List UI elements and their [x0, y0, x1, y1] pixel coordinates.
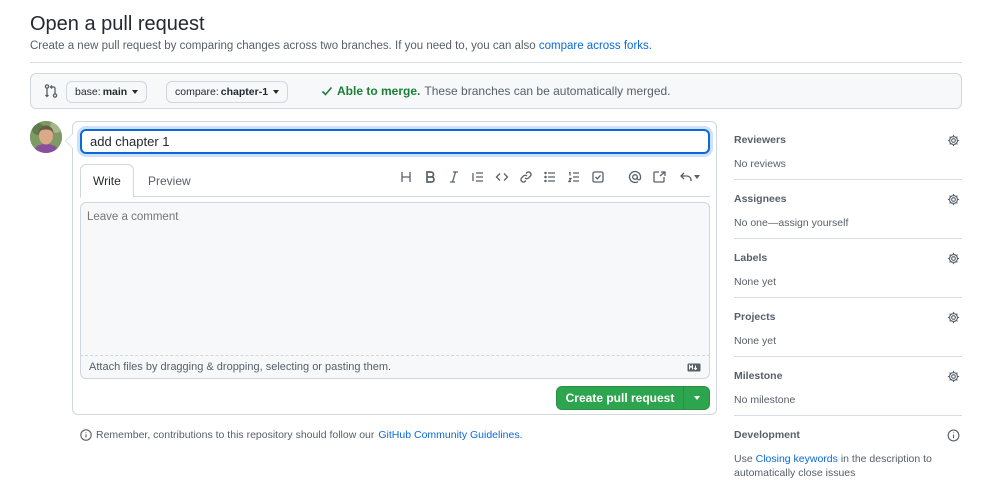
markdown-icon[interactable]: [687, 363, 701, 372]
tab-preview[interactable]: Preview: [136, 164, 203, 198]
projects-value: None yet: [734, 335, 777, 347]
check-icon: [321, 86, 333, 96]
compare-prefix: compare:: [175, 86, 219, 98]
base-branch-select[interactable]: base: main: [66, 81, 148, 103]
merge-status-text: These branches can be automatically merg…: [424, 84, 671, 98]
sidebar-labels: Labels None yet: [734, 239, 962, 298]
page-subtitle: Create a new pull request by comparing c…: [30, 40, 652, 52]
chevron-down-icon: [693, 396, 700, 400]
reviewers-value: No reviews: [734, 158, 786, 170]
comment-textarea[interactable]: [80, 202, 710, 355]
attach-files-text: Attach files by dragging & dropping, sel…: [89, 361, 392, 373]
labels-value: None yet: [734, 276, 777, 288]
community-guidelines-link[interactable]: GitHub Community Guidelines.: [378, 429, 522, 441]
projects-title: Projects: [734, 311, 776, 323]
create-pull-request-button[interactable]: Create pull request: [556, 386, 710, 410]
title-input[interactable]: [80, 129, 710, 154]
pull-request-form: Write Preview Attach files by dragging &…: [65, 121, 717, 415]
chevron-down-icon: [132, 90, 139, 94]
bold-icon[interactable]: [422, 168, 438, 186]
milestone-value: No milestone: [734, 394, 796, 406]
quote-icon[interactable]: [470, 168, 486, 186]
tab-write[interactable]: Write: [80, 164, 134, 198]
base-branch-name: main: [102, 86, 128, 98]
compare-branch-name: chapter-1: [220, 86, 269, 98]
development-title: Development: [734, 429, 800, 441]
assignees-value[interactable]: No one—assign yourself: [734, 216, 962, 230]
gear-icon[interactable]: [947, 370, 960, 383]
chevron-down-icon: [273, 90, 280, 94]
sidebar-projects: Projects None yet: [734, 298, 962, 357]
development-prefix: Use: [734, 453, 753, 465]
merge-status-ok: Able to merge.: [337, 84, 421, 98]
gear-icon[interactable]: [947, 134, 960, 147]
contribution-note-text: Remember, contributions to this reposito…: [96, 429, 375, 441]
reference-icon[interactable]: [651, 168, 667, 186]
merge-status: Able to merge. These branches can be aut…: [321, 84, 671, 98]
base-prefix: base:: [75, 86, 101, 98]
info-icon: [80, 429, 92, 441]
sidebar-development: Development Use Closing keywords in the …: [734, 416, 962, 490]
reviewers-title: Reviewers: [734, 134, 786, 146]
sidebar-assignees: Assignees No one—assign yourself: [734, 180, 962, 239]
create-options-dropdown[interactable]: [683, 387, 709, 409]
gear-icon[interactable]: [947, 193, 960, 206]
reply-icon[interactable]: [677, 168, 701, 186]
page-subtitle-text: Create a new pull request by comparing c…: [30, 40, 536, 52]
gear-icon[interactable]: [947, 252, 960, 265]
avatar[interactable]: [30, 121, 62, 153]
labels-title: Labels: [734, 252, 768, 264]
create-pull-request-label: Create pull request: [565, 391, 675, 405]
compare-branch-select[interactable]: compare: chapter-1: [166, 81, 289, 103]
italic-icon[interactable]: [446, 168, 462, 186]
heading-icon[interactable]: [398, 168, 414, 186]
contribution-note: Remember, contributions to this reposito…: [80, 429, 523, 441]
development-value: Use Closing keywords in the description …: [734, 452, 962, 480]
milestone-title: Milestone: [734, 370, 783, 382]
sidebar-reviewers: Reviewers No reviews: [734, 121, 962, 180]
gear-icon[interactable]: [947, 311, 960, 324]
compare-across-forks-link[interactable]: compare across forks.: [539, 40, 652, 52]
attach-files-bar[interactable]: Attach files by dragging & dropping, sel…: [80, 355, 710, 379]
code-icon[interactable]: [494, 168, 510, 186]
closing-keywords-link[interactable]: Closing keywords: [756, 453, 838, 465]
unordered-list-icon[interactable]: [542, 168, 558, 186]
link-icon[interactable]: [518, 168, 534, 186]
ordered-list-icon[interactable]: [566, 168, 582, 186]
assignees-title: Assignees: [734, 193, 787, 205]
page-title: Open a pull request: [30, 13, 205, 35]
editor-tabs: Write Preview: [80, 164, 710, 198]
sidebar: Reviewers No reviews Assignees No one—as…: [734, 121, 962, 490]
task-list-icon[interactable]: [590, 168, 606, 186]
compare-bar: base: main compare: chapter-1 Able to me…: [30, 73, 962, 109]
sidebar-milestone: Milestone No milestone: [734, 357, 962, 416]
header-divider: [30, 62, 962, 63]
info-icon[interactable]: [947, 429, 960, 442]
mention-icon[interactable]: [627, 168, 643, 186]
compare-icon: [44, 84, 58, 98]
